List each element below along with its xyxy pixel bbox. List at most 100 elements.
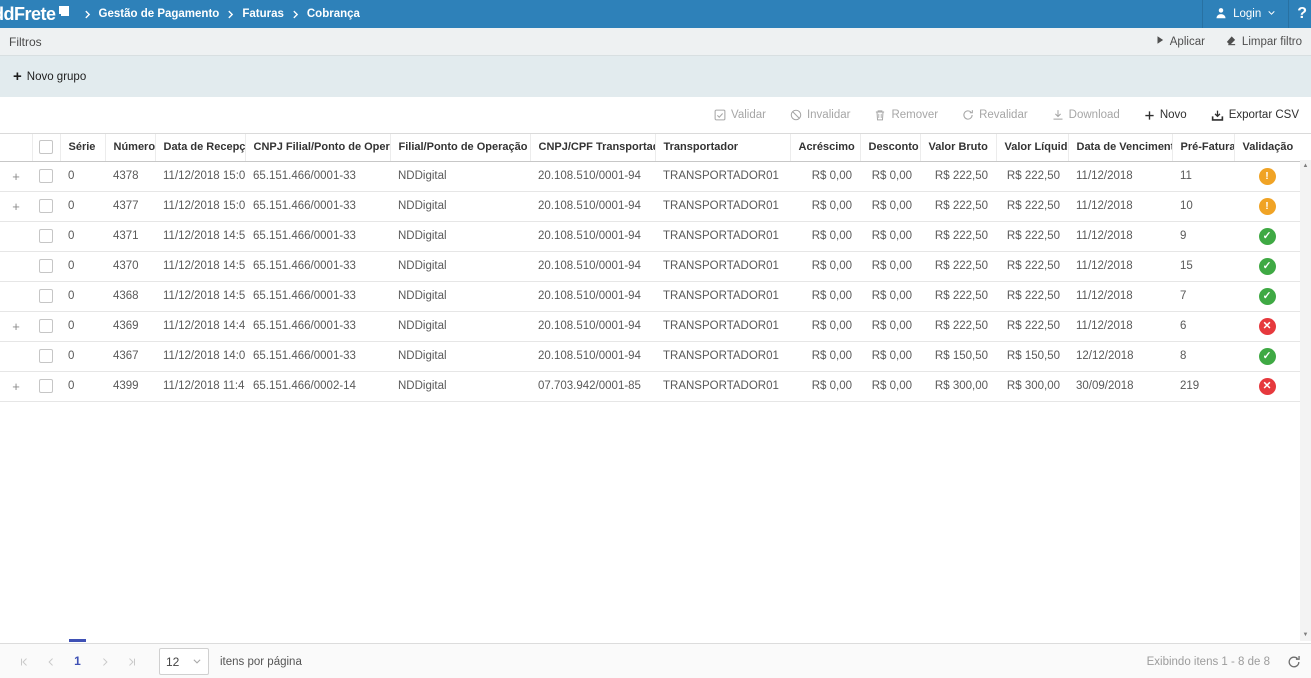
cell-filial: NDDigital bbox=[390, 221, 530, 251]
table-row: + 0 4369 11/12/2018 14:49 65.151.466/000… bbox=[0, 311, 1300, 341]
cell-pre-fatura: 9 bbox=[1172, 221, 1234, 251]
header-valor-liquido[interactable]: Valor Líquido bbox=[996, 134, 1068, 161]
chevron-right-icon bbox=[83, 10, 92, 19]
breadcrumb-item-cobranca[interactable]: Cobrança bbox=[307, 8, 360, 20]
app-logo: ddFrete bbox=[0, 1, 69, 27]
header-transportador[interactable]: Transportador bbox=[655, 134, 790, 161]
cell-numero: 4399 bbox=[105, 371, 155, 401]
new-button[interactable]: Novo bbox=[1144, 109, 1187, 121]
cell-valor-bruto: R$ 222,50 bbox=[920, 221, 996, 251]
expand-row-button[interactable]: + bbox=[0, 371, 32, 401]
cell-cnpj-filial: 65.151.466/0001-33 bbox=[245, 341, 390, 371]
export-icon bbox=[1211, 109, 1224, 122]
expand-row-button[interactable]: + bbox=[0, 191, 32, 221]
cell-filial: NDDigital bbox=[390, 371, 530, 401]
row-checkbox-cell bbox=[32, 251, 60, 281]
cell-valor-bruto: R$ 222,50 bbox=[920, 251, 996, 281]
row-checkbox[interactable] bbox=[39, 289, 53, 303]
row-checkbox-cell bbox=[32, 371, 60, 401]
download-icon bbox=[1052, 109, 1064, 121]
header-cnpj-transportador[interactable]: CNPJ/CPF Transportador bbox=[530, 134, 655, 161]
header-cnpj-filial[interactable]: CNPJ Filial/Ponto de Operação bbox=[245, 134, 390, 161]
login-menu[interactable]: Login bbox=[1203, 0, 1288, 28]
header-data-recepcao[interactable]: Data de Recepção↓ bbox=[155, 134, 245, 161]
cell-desconto: R$ 0,00 bbox=[860, 221, 920, 251]
scroll-down-icon[interactable]: ▼ bbox=[1303, 629, 1309, 641]
remove-label: Remover bbox=[891, 109, 938, 121]
cell-cnpj-filial: 65.151.466/0001-33 bbox=[245, 191, 390, 221]
new-group-label: Novo grupo bbox=[27, 71, 86, 83]
vertical-scrollbar[interactable]: ▲ ▼ bbox=[1300, 160, 1311, 641]
grid-toolbar: Validar Invalidar Remover Revalidar Down… bbox=[0, 97, 1311, 133]
valid-status-icon: ✓ bbox=[1259, 348, 1276, 365]
cell-cnpj-transportador: 20.108.510/0001-94 bbox=[530, 281, 655, 311]
cell-data-recepcao: 11/12/2018 11:48 bbox=[155, 371, 245, 401]
table-row: 0 4367 11/12/2018 14:02 65.151.466/0001-… bbox=[0, 341, 1300, 371]
current-page-button[interactable]: 1 bbox=[64, 643, 91, 678]
first-page-button[interactable] bbox=[10, 643, 37, 678]
cell-valor-bruto: R$ 222,50 bbox=[920, 161, 996, 191]
header-serie[interactable]: Série bbox=[60, 134, 105, 161]
refresh-icon[interactable] bbox=[1287, 655, 1301, 669]
cell-validacao: ! bbox=[1234, 161, 1300, 191]
header-validacao[interactable]: Validação bbox=[1234, 134, 1300, 161]
header-valor-bruto[interactable]: Valor Bruto bbox=[920, 134, 996, 161]
new-group-button[interactable]: + Novo grupo bbox=[13, 69, 86, 84]
row-checkbox[interactable] bbox=[39, 169, 53, 183]
row-checkbox[interactable] bbox=[39, 379, 53, 393]
row-checkbox[interactable] bbox=[39, 259, 53, 273]
cell-valor-bruto: R$ 222,50 bbox=[920, 281, 996, 311]
header-pre-fatura[interactable]: Pré-Fatura bbox=[1172, 134, 1234, 161]
cell-desconto: R$ 0,00 bbox=[860, 311, 920, 341]
download-button[interactable]: Download bbox=[1052, 109, 1120, 121]
cell-acrescimo: R$ 0,00 bbox=[790, 191, 860, 221]
cell-cnpj-transportador: 20.108.510/0001-94 bbox=[530, 191, 655, 221]
logo-square-icon bbox=[59, 6, 69, 16]
cell-data-recepcao: 11/12/2018 14:49 bbox=[155, 311, 245, 341]
cell-filial: NDDigital bbox=[390, 281, 530, 311]
remove-button[interactable]: Remover bbox=[874, 109, 938, 121]
clear-filter-button[interactable]: Limpar filtro bbox=[1225, 35, 1302, 49]
cell-desconto: R$ 0,00 bbox=[860, 161, 920, 191]
header-desconto[interactable]: Desconto bbox=[860, 134, 920, 161]
header-data-vencimento[interactable]: Data de Vencimento bbox=[1068, 134, 1172, 161]
row-checkbox[interactable] bbox=[39, 229, 53, 243]
expand-row-button[interactable]: + bbox=[0, 311, 32, 341]
header-numero[interactable]: Número bbox=[105, 134, 155, 161]
invalidate-button[interactable]: Invalidar bbox=[790, 109, 850, 121]
row-checkbox[interactable] bbox=[39, 199, 53, 213]
select-all-checkbox[interactable] bbox=[39, 140, 53, 154]
breadcrumb-item-gestao[interactable]: Gestão de Pagamento bbox=[99, 8, 220, 20]
topbar: ddFrete Gestão de Pagamento Faturas Cobr… bbox=[0, 0, 1311, 28]
row-checkbox[interactable] bbox=[39, 319, 53, 333]
cell-serie: 0 bbox=[60, 161, 105, 191]
apply-filter-button[interactable]: Aplicar bbox=[1155, 35, 1205, 48]
plus-icon: + bbox=[13, 69, 22, 84]
expand-cell bbox=[0, 341, 32, 371]
expand-row-button[interactable]: + bbox=[0, 161, 32, 191]
header-acrescimo[interactable]: Acréscimo bbox=[790, 134, 860, 161]
export-csv-button[interactable]: Exportar CSV bbox=[1211, 109, 1299, 122]
validate-button[interactable]: Validar bbox=[714, 109, 766, 121]
expand-cell bbox=[0, 251, 32, 281]
row-checkbox[interactable] bbox=[39, 349, 53, 363]
table-row: + 0 4399 11/12/2018 11:48 65.151.466/000… bbox=[0, 371, 1300, 401]
last-page-button[interactable] bbox=[118, 643, 145, 678]
cell-cnpj-filial: 65.151.466/0001-33 bbox=[245, 161, 390, 191]
header-filial[interactable]: Filial/Ponto de Operação bbox=[390, 134, 530, 161]
cell-desconto: R$ 0,00 bbox=[860, 281, 920, 311]
scroll-up-icon[interactable]: ▲ bbox=[1303, 160, 1309, 172]
revalidate-button[interactable]: Revalidar bbox=[962, 109, 1028, 121]
cell-pre-fatura: 7 bbox=[1172, 281, 1234, 311]
next-page-button[interactable] bbox=[91, 643, 118, 678]
page-size-dropdown[interactable]: 12 bbox=[159, 648, 209, 675]
cell-data-recepcao: 11/12/2018 14:52 bbox=[155, 281, 245, 311]
breadcrumb-item-faturas[interactable]: Faturas bbox=[242, 8, 284, 20]
header-data-recepcao-label: Data de Recepção bbox=[164, 141, 246, 153]
cell-transportador: TRANSPORTADOR01 bbox=[655, 311, 790, 341]
prev-page-button[interactable] bbox=[37, 643, 64, 678]
table-row: + 0 4377 11/12/2018 15:04 65.151.466/000… bbox=[0, 191, 1300, 221]
cell-valor-bruto: R$ 150,50 bbox=[920, 341, 996, 371]
help-button[interactable]: ? bbox=[1289, 5, 1311, 23]
cell-valor-liquido: R$ 222,50 bbox=[996, 251, 1068, 281]
